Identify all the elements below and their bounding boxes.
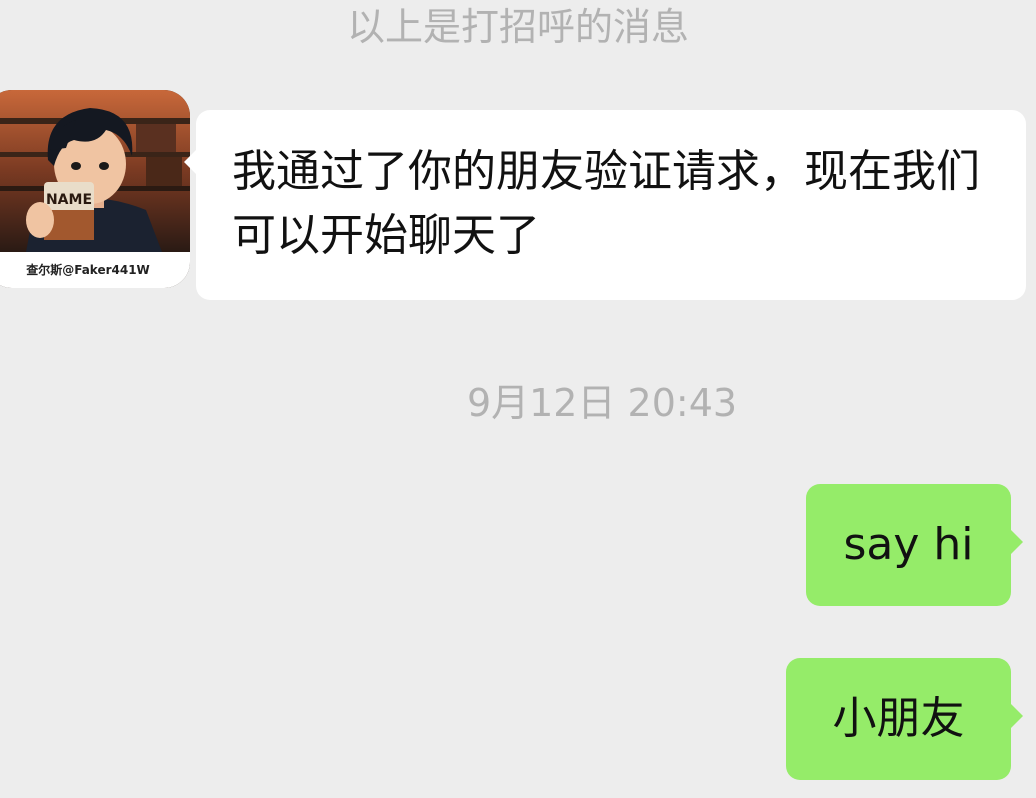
contact-avatar[interactable]: NAME 查尔斯@Faker441W — [0, 90, 190, 288]
message-timestamp: 9月12日 20:43 — [466, 381, 738, 425]
outgoing-message-text: say hi — [843, 519, 974, 570]
avatar-illustration: NAME — [0, 90, 190, 252]
incoming-message-bubble[interactable]: 我通过了你的朋友验证请求，现在我们可以开始聊天了 — [184, 110, 1026, 300]
system-note: 以上是打招呼的消息 — [346, 5, 689, 49]
outgoing-message-bubble[interactable]: say hi — [806, 484, 1023, 606]
incoming-message-text: 我通过了你的朋友验证请求，现在我们可以开始聊天了 — [232, 146, 980, 261]
outgoing-message-text: 小朋友 — [832, 693, 965, 744]
avatar-caption: 查尔斯@Faker441W — [0, 252, 190, 288]
outgoing-message-bubble[interactable]: 小朋友 — [786, 658, 1023, 780]
avatar-cup-text: NAME — [46, 192, 92, 208]
